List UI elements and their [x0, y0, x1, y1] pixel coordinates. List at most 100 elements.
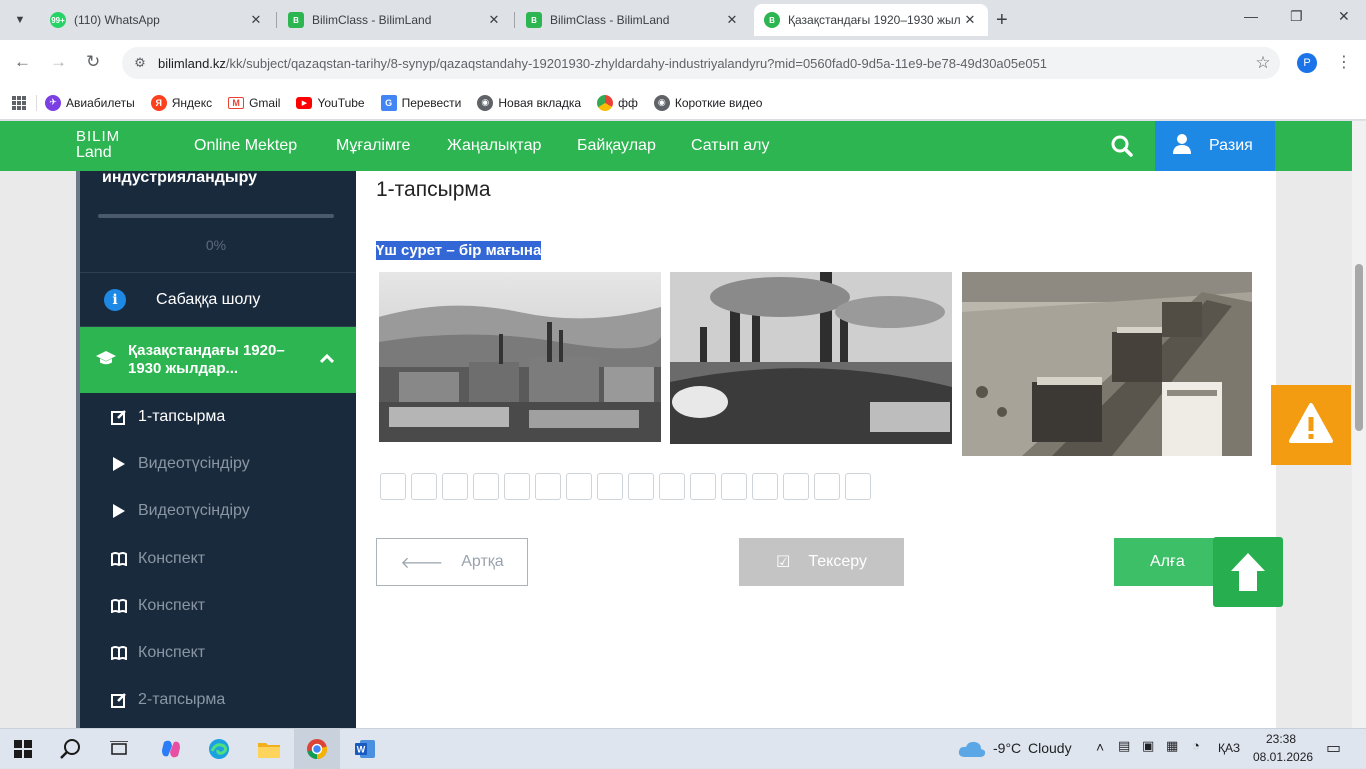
answer-letter-box[interactable]: [814, 473, 840, 500]
bookmark-translate[interactable]: G Перевести: [380, 94, 461, 111]
checkbox-icon: ☑: [776, 554, 791, 571]
answer-letter-box[interactable]: [690, 473, 716, 500]
bilimland-logo[interactable]: BILIM Land: [76, 129, 120, 161]
back-arrow-icon[interactable]: ←: [14, 52, 31, 72]
file-explorer-icon[interactable]: [246, 729, 292, 769]
weather-description[interactable]: Cloudy: [1028, 740, 1072, 756]
nav-buy[interactable]: Сатып алу: [691, 137, 769, 155]
sidebar-item-video-2[interactable]: Видеотүсіндіру: [80, 487, 356, 534]
more-menu-icon[interactable]: ⋮: [1336, 52, 1352, 72]
tab-bilimclass-2[interactable]: B BilimClass - BilimLand ✕: [516, 4, 750, 36]
clock-date[interactable]: 08.01.2026: [1253, 750, 1313, 764]
windows-start-icon[interactable]: [0, 729, 46, 769]
nav-contests[interactable]: Байқаулар: [577, 137, 656, 155]
page-scroll-thumb[interactable]: [1355, 264, 1363, 431]
forward-arrow-icon[interactable]: →: [50, 52, 67, 72]
weather-temperature[interactable]: -9°C: [993, 740, 1021, 756]
tab-bilimland-active[interactable]: B Қазақстандағы 1920–1930 жыл ✕: [754, 4, 988, 36]
answer-letter-box[interactable]: [628, 473, 654, 500]
page-scrollbar[interactable]: [1352, 121, 1366, 728]
cloud-icon[interactable]: [954, 729, 990, 769]
graduation-cap-icon: [96, 350, 116, 371]
bookmark-youtube[interactable]: ▶ YouTube: [296, 95, 365, 110]
bookmark-gmail[interactable]: M Gmail: [228, 96, 280, 110]
close-icon[interactable]: ✕: [248, 12, 264, 28]
bookmark-label: YouTube: [317, 95, 365, 110]
word-icon[interactable]: W: [342, 729, 388, 769]
back-button[interactable]: 🡐 Артқа: [376, 538, 528, 586]
tab-title: BilimClass - BilimLand: [550, 13, 670, 27]
edge-icon[interactable]: [196, 729, 242, 769]
window-close-icon[interactable]: ✕: [1338, 8, 1350, 25]
answer-letter-box[interactable]: [504, 473, 530, 500]
answer-letter-box[interactable]: [783, 473, 809, 500]
bookmark-new-tab[interactable]: ◉ Новая вкладка: [477, 94, 581, 111]
close-icon[interactable]: ✕: [486, 12, 502, 28]
reload-icon[interactable]: ↻: [86, 52, 100, 72]
notification-icon[interactable]: ▭: [1326, 738, 1341, 758]
close-icon[interactable]: ✕: [962, 12, 978, 28]
tab-bilimclass-1[interactable]: B BilimClass - BilimLand ✕: [278, 4, 512, 36]
tab-whatsapp[interactable]: 99+ (110) WhatsApp ✕: [40, 4, 274, 36]
tray-app-icon[interactable]: ▣: [1142, 738, 1154, 754]
sidebar-item-notes-2[interactable]: Конспект: [80, 582, 356, 629]
sidebar-item-task-2[interactable]: 2-тапсырма: [80, 676, 356, 723]
task-view-icon[interactable]: [96, 729, 142, 769]
nav-news[interactable]: Жаңалықтар: [447, 137, 541, 155]
sidebar-section-lesson[interactable]: Қазақстандағы 1920–1930 жылдар...: [80, 327, 356, 393]
answer-letter-box[interactable]: [411, 473, 437, 500]
chevron-up-icon[interactable]: [319, 351, 335, 369]
gmail-icon: M: [228, 96, 245, 109]
scroll-to-top-button[interactable]: [1213, 537, 1283, 607]
sidebar-item-notes-1[interactable]: Конспект: [80, 535, 356, 582]
profile-avatar[interactable]: P: [1297, 53, 1317, 73]
chevron-up-icon[interactable]: ˄: [1096, 739, 1104, 755]
nav-online-mektep[interactable]: Online Mektep: [194, 137, 297, 155]
copilot-icon[interactable]: [148, 729, 194, 769]
bookmark-aviabilety[interactable]: ✈ Авиабилеты: [45, 94, 135, 111]
address-bar[interactable]: ⚙ bilimland.kz/kk/subject/qazaqstan-tari…: [122, 47, 1280, 79]
edit-icon: [110, 409, 128, 425]
sidebar-item-task-1[interactable]: 1-тапсырма: [80, 393, 356, 440]
bookmark-yandex[interactable]: Я Яндекс: [150, 94, 212, 111]
report-error-button[interactable]: [1271, 385, 1351, 465]
sidebar-item-label: 2-тапсырма: [138, 690, 226, 708]
answer-letter-box[interactable]: [597, 473, 623, 500]
sidebar-item-overview[interactable]: i Сабаққа шолу: [80, 273, 356, 327]
check-button[interactable]: ☑ Тексеру: [739, 538, 904, 586]
keyboard-language[interactable]: ҚАЗ: [1218, 741, 1240, 755]
search-icon[interactable]: [48, 729, 94, 769]
answer-letter-box[interactable]: [752, 473, 778, 500]
user-profile-button[interactable]: Разия: [1155, 121, 1275, 171]
answer-letter-box[interactable]: [566, 473, 592, 500]
clock-time[interactable]: 23:38: [1266, 732, 1296, 746]
answer-letter-box[interactable]: [473, 473, 499, 500]
answer-letter-box[interactable]: [659, 473, 685, 500]
wifi-icon[interactable]: ◔: [1192, 738, 1200, 753]
restore-icon[interactable]: ❐: [1290, 8, 1303, 25]
answer-letter-box[interactable]: [380, 473, 406, 500]
new-tab-button[interactable]: +: [996, 8, 1008, 32]
chrome-taskbar-icon[interactable]: [294, 729, 340, 769]
apps-grid-icon[interactable]: [12, 95, 26, 110]
minimize-icon[interactable]: —: [1244, 8, 1258, 24]
tray-app-icon[interactable]: ▦: [1166, 738, 1178, 754]
answer-letter-box[interactable]: [721, 473, 747, 500]
answer-letter-box[interactable]: [442, 473, 468, 500]
answer-letter-box[interactable]: [535, 473, 561, 500]
search-icon[interactable]: [1110, 134, 1134, 158]
site-info-icon[interactable]: ⚙: [122, 55, 158, 71]
tab-search-button[interactable]: ▼: [8, 8, 32, 32]
bookmark-ff[interactable]: фф: [597, 94, 638, 111]
answer-letter-box[interactable]: [845, 473, 871, 500]
chrome-icon: ◉: [477, 94, 494, 111]
nav-teacher[interactable]: Мұғалімге: [336, 137, 410, 155]
bookmark-shorts[interactable]: ◉ Короткие видео: [653, 94, 762, 111]
tray-app-icon[interactable]: ▤: [1118, 738, 1130, 754]
sidebar-item-notes-3[interactable]: Конспект: [80, 629, 356, 676]
bookmark-star-icon[interactable]: ☆: [1246, 53, 1280, 73]
close-icon[interactable]: ✕: [724, 12, 740, 28]
shorts-icon: ◉: [653, 94, 670, 111]
task-image-railway: [962, 272, 1252, 456]
sidebar-item-video-1[interactable]: Видеотүсіндіру: [80, 440, 356, 487]
